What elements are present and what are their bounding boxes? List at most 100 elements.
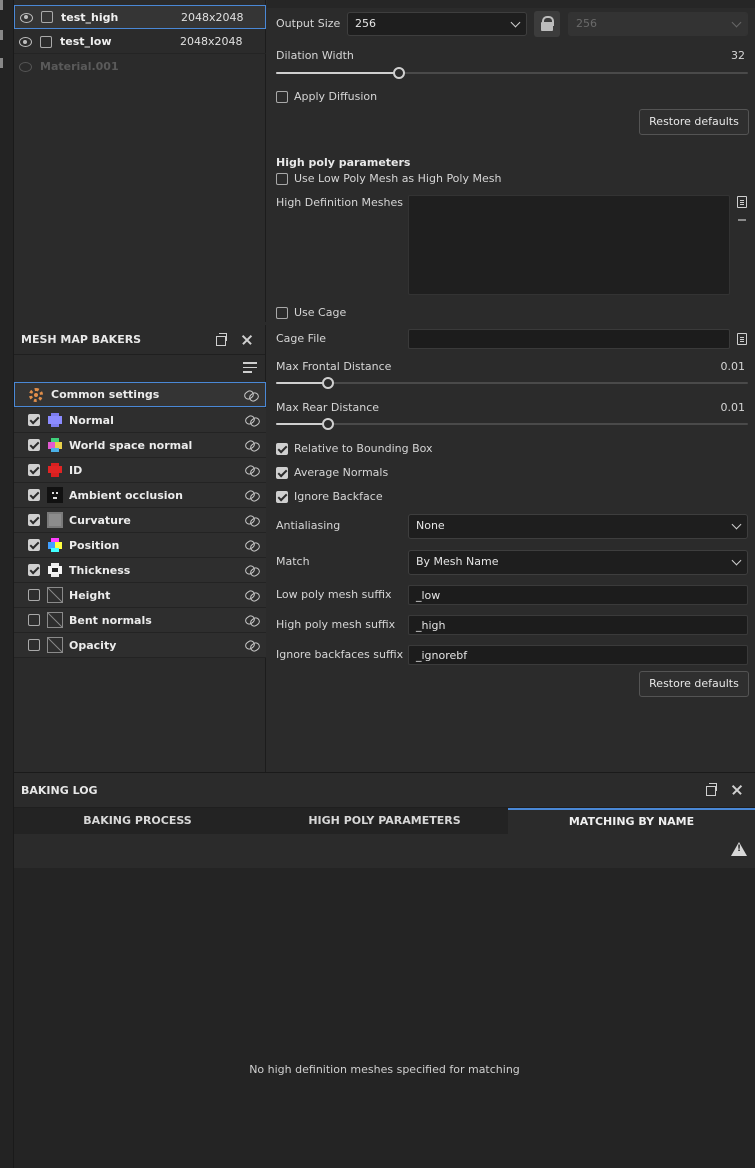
tab-high-poly-parameters[interactable]: HIGH POLY PARAMETERS <box>261 808 508 834</box>
link-icon[interactable] <box>244 513 260 527</box>
baker-checkbox[interactable] <box>28 514 40 526</box>
use-low-poly-checkbox[interactable]: Use Low Poly Mesh as High Poly Mesh <box>276 172 501 185</box>
apply-diffusion-checkbox[interactable]: Apply Diffusion <box>276 90 377 103</box>
link-icon[interactable] <box>243 388 259 402</box>
eye-icon[interactable] <box>18 37 32 47</box>
filter-list-icon[interactable] <box>243 362 257 376</box>
tab-matching-by-name[interactable]: MATCHING BY NAME <box>508 808 755 834</box>
link-icon[interactable] <box>244 638 260 652</box>
texture-set-checkbox[interactable] <box>41 11 53 23</box>
remove-icon[interactable] <box>738 219 746 221</box>
link-icon[interactable] <box>244 463 260 477</box>
baker-label: Ambient occlusion <box>69 488 183 502</box>
baker-row-height[interactable]: Height <box>14 583 266 608</box>
texture-set-name: Material.001 <box>40 59 119 73</box>
hd-meshes-list[interactable] <box>408 195 730 295</box>
output-size-dropdown[interactable]: 256 <box>347 12 527 36</box>
output-size-value: 256 <box>355 17 376 30</box>
baker-row-curvature[interactable]: Curvature <box>14 508 266 533</box>
popout-icon[interactable] <box>213 332 229 348</box>
restore-defaults-button[interactable]: Restore defaults <box>639 671 749 697</box>
checkbox[interactable] <box>276 90 288 103</box>
baker-row-world-space-normal[interactable]: World space normal <box>14 433 266 458</box>
baker-checkbox[interactable] <box>28 439 40 451</box>
relative-bbox-checkbox[interactable]: Relative to Bounding Box <box>276 442 433 455</box>
average-normals-checkbox[interactable]: Average Normals <box>276 466 388 479</box>
baker-row-bent-normals[interactable]: Bent normals <box>14 608 266 633</box>
baker-label: Thickness <box>69 563 131 577</box>
baker-row-position[interactable]: Position <box>14 533 266 558</box>
close-icon[interactable] <box>239 332 255 348</box>
slider-handle[interactable] <box>393 67 405 79</box>
baker-checkbox[interactable] <box>28 539 40 551</box>
use-cage-label: Use Cage <box>294 306 347 319</box>
baker-row-ambient-occlusion[interactable]: Ambient occlusion <box>14 483 266 508</box>
texture-set-row[interactable]: test_high 2048x2048 <box>14 5 266 29</box>
max-frontal-slider[interactable] <box>276 377 748 389</box>
checkbox[interactable] <box>276 442 288 455</box>
eye-hidden-icon[interactable] <box>18 61 32 72</box>
bakers-panel-header: MESH MAP BAKERS <box>14 325 265 355</box>
match-dropdown[interactable]: By Mesh Name <box>408 550 748 575</box>
link-icon[interactable] <box>244 538 260 552</box>
link-icon[interactable] <box>244 413 260 427</box>
ignore-backface-checkbox[interactable]: Ignore Backface <box>276 490 383 503</box>
baker-row-opacity[interactable]: Opacity <box>14 633 266 658</box>
baker-checkbox[interactable] <box>28 564 40 576</box>
baker-checkbox[interactable] <box>28 589 40 601</box>
eye-icon[interactable] <box>19 12 33 23</box>
link-icon[interactable] <box>244 613 260 627</box>
low-suffix-input[interactable]: _low <box>408 585 748 605</box>
normal-map-thumbnail <box>47 412 63 428</box>
texture-set-row[interactable]: Material.001 <box>14 54 266 78</box>
baker-label: ID <box>69 463 83 477</box>
baking-log-panel: BAKING LOG BAKING PROCESS HIGH POLY PARA… <box>14 772 755 1168</box>
close-icon[interactable] <box>729 782 745 798</box>
checkbox[interactable] <box>276 172 288 185</box>
checkbox[interactable] <box>276 466 288 479</box>
position-thumbnail <box>47 537 63 553</box>
warning-icon[interactable] <box>731 842 747 856</box>
popout-icon[interactable] <box>703 782 719 798</box>
ignore-suffix-label: Ignore backfaces suffix <box>276 648 404 661</box>
ignore-suffix-input[interactable]: _ignorebf <box>408 645 748 665</box>
restore-defaults-button[interactable]: Restore defaults <box>639 109 749 135</box>
use-cage-checkbox[interactable]: Use Cage <box>276 306 346 319</box>
max-rear-value: 0.01 <box>720 401 746 414</box>
low-suffix-label: Low poly mesh suffix <box>276 588 392 601</box>
link-icon[interactable] <box>244 563 260 577</box>
tab-baking-process[interactable]: BAKING PROCESS <box>14 808 261 834</box>
antialiasing-dropdown[interactable]: None <box>408 514 748 539</box>
slider-handle[interactable] <box>322 377 334 389</box>
lock-icon[interactable] <box>534 11 560 37</box>
link-icon[interactable] <box>244 588 260 602</box>
slider-handle[interactable] <box>322 418 334 430</box>
baker-row-id[interactable]: ID <box>14 458 266 483</box>
baker-row-thickness[interactable]: Thickness <box>14 558 266 583</box>
texture-set-row[interactable]: test_low 2048x2048 <box>14 30 266 54</box>
baker-label: Position <box>69 538 120 552</box>
high-suffix-input[interactable]: _high <box>408 615 748 635</box>
max-rear-slider[interactable] <box>276 418 748 430</box>
checkbox[interactable] <box>276 490 288 503</box>
common-settings-row[interactable]: Common settings <box>14 382 266 407</box>
baker-checkbox[interactable] <box>28 614 40 626</box>
output-size-label: Output Size <box>276 17 341 30</box>
log-content: No high definition meshes specified for … <box>14 868 755 1168</box>
texture-set-checkbox[interactable] <box>40 35 52 48</box>
panel-title: BAKING LOG <box>21 783 98 797</box>
checkbox[interactable] <box>276 306 288 319</box>
baker-checkbox[interactable] <box>28 414 40 426</box>
baker-checkbox[interactable] <box>28 639 40 651</box>
high-suffix-label: High poly mesh suffix <box>276 618 396 631</box>
link-icon[interactable] <box>244 438 260 452</box>
dilation-width-slider[interactable] <box>276 67 748 79</box>
cage-file-label: Cage File <box>276 332 327 345</box>
baker-row-normal[interactable]: Normal <box>14 408 266 433</box>
browse-file-icon[interactable] <box>737 333 747 345</box>
cage-file-input[interactable] <box>408 329 730 349</box>
add-file-icon[interactable] <box>737 196 747 208</box>
baker-checkbox[interactable] <box>28 464 40 476</box>
link-icon[interactable] <box>244 488 260 502</box>
baker-checkbox[interactable] <box>28 489 40 501</box>
